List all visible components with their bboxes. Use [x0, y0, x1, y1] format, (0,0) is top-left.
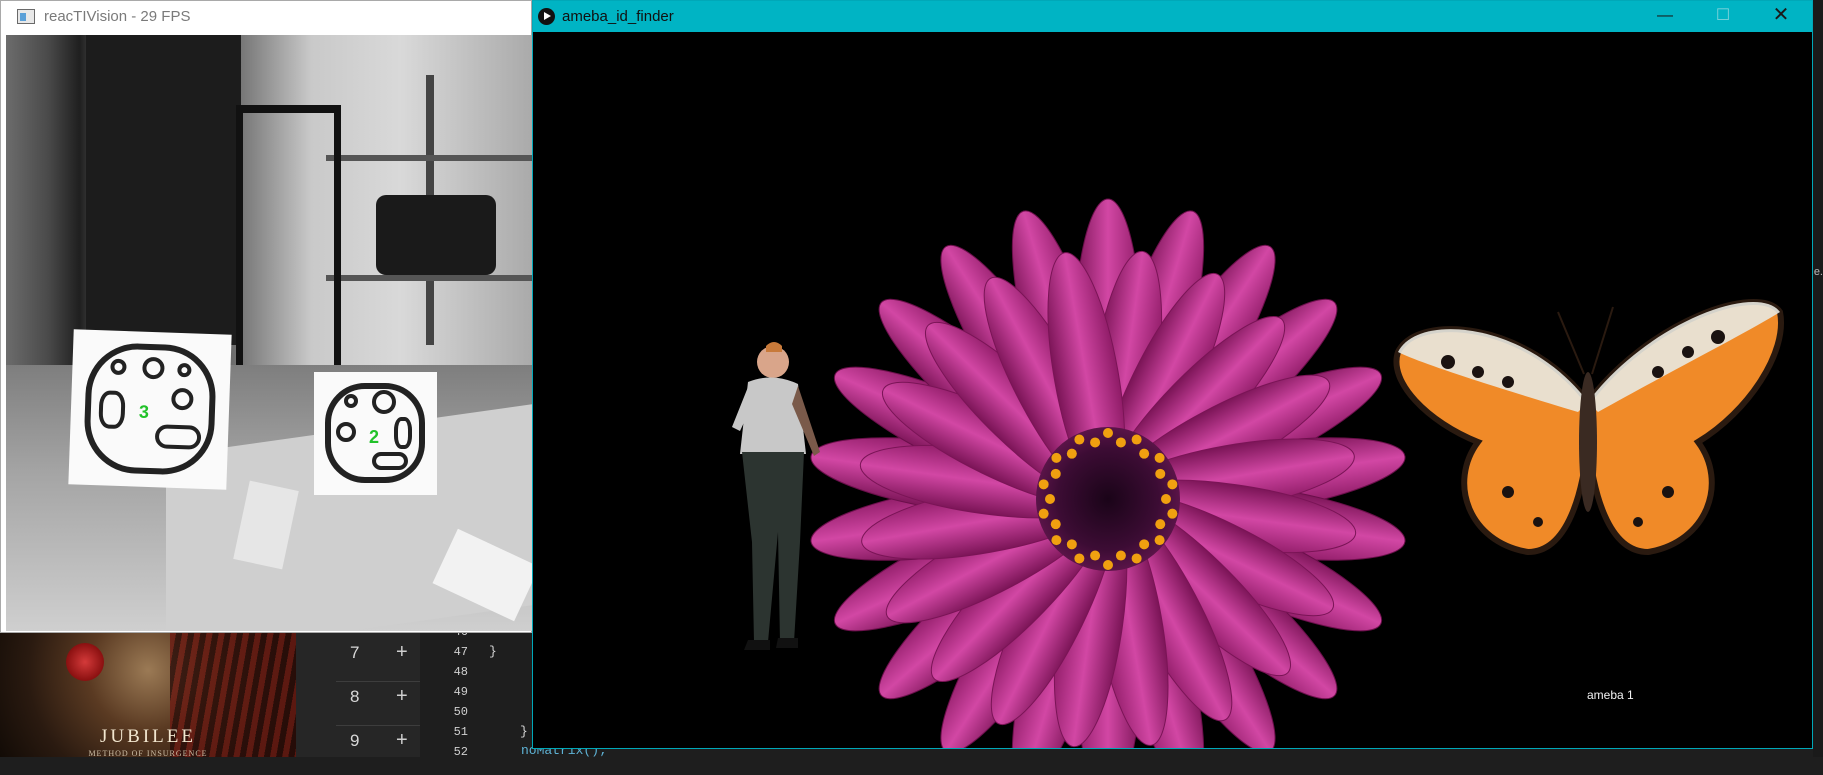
reactivision-titlebar[interactable]: reacTIVision - 29 FPS — [1, 1, 531, 32]
camera-feed: 3 2 — [6, 35, 532, 631]
flower-stamen — [1038, 508, 1049, 519]
line-number: 47 — [453, 645, 468, 659]
list-item[interactable]: 9 + — [296, 729, 420, 775]
sketch-canvas[interactable]: ameba 1 — [533, 32, 1812, 748]
camera-background-object — [376, 195, 496, 275]
desktop-right-strip — [1813, 0, 1823, 757]
camera-shelf — [326, 155, 532, 161]
flower-stamen — [1167, 508, 1178, 519]
fiducial-dot — [372, 452, 408, 470]
line-number: 48 — [453, 665, 468, 679]
flower-stamen — [1050, 468, 1061, 479]
camera-shelf — [326, 275, 532, 281]
fiducial-marker: 2 — [314, 372, 437, 495]
flower-stamen — [1115, 550, 1126, 561]
ameba-titlebar[interactable]: ameba_id_finder — ☐ ✕ — [533, 1, 1812, 32]
camera-chair — [236, 105, 341, 113]
flower-stamen — [1139, 448, 1150, 459]
fiducial-marker: 3 — [68, 329, 232, 490]
flower-stamen — [1066, 539, 1077, 550]
fiducial-dot — [344, 394, 358, 408]
line-number: 50 — [453, 705, 468, 719]
camera-chair — [236, 105, 243, 365]
ameba-title: ameba_id_finder — [562, 8, 674, 25]
background-partial-text: e. — [1813, 266, 1823, 278]
code-editor[interactable]: } } noMatrix(); — [471, 633, 607, 758]
flower-stamen — [1103, 560, 1113, 570]
flower-stamen — [1066, 448, 1077, 459]
code-brace: } — [520, 724, 528, 739]
flower-stamen — [1090, 437, 1101, 448]
flower-stamen — [1050, 519, 1061, 530]
ameba-id-label: ameba 1 — [1587, 688, 1634, 702]
flower-stamen — [1045, 494, 1055, 504]
play-icon — [538, 8, 555, 25]
list-item-number: 7 — [350, 643, 360, 662]
track-list: 7 + 8 + 9 + — [296, 633, 420, 757]
album-title: JUBILEE — [100, 726, 196, 747]
list-item[interactable]: 8 + — [296, 685, 420, 731]
fiducial-dot — [154, 424, 202, 450]
flower-stamen — [1131, 553, 1142, 564]
minimize-button[interactable]: — — [1636, 1, 1694, 32]
fiducial-id-label: 2 — [369, 427, 380, 447]
flower-stamen — [1051, 452, 1062, 463]
line-number: 49 — [453, 685, 468, 699]
line-number: 51 — [453, 725, 468, 739]
flower-center — [1036, 427, 1180, 571]
ameba-window[interactable]: ameba_id_finder — ☐ ✕ ameba 1 — [532, 0, 1813, 749]
flower-stamen — [1154, 535, 1165, 546]
flower-stamen — [1139, 539, 1150, 550]
list-item[interactable]: 7 + — [296, 641, 420, 687]
flower-stamen — [1155, 519, 1166, 530]
camera-chair — [334, 105, 341, 365]
editor-line-gutter: 46 47 48 49 50 51 52 — [420, 625, 471, 759]
divider — [336, 725, 420, 726]
window-app-icon — [17, 9, 35, 24]
flower-stamen — [1074, 434, 1085, 445]
person-image — [732, 342, 820, 650]
fiducial-dot — [372, 390, 396, 414]
flower-stamen — [1103, 428, 1113, 438]
add-icon[interactable]: + — [396, 685, 408, 708]
maximize-button[interactable]: ☐ — [1694, 1, 1752, 32]
add-icon[interactable]: + — [396, 641, 408, 664]
reactivision-window[interactable]: reacTIVision - 29 FPS 3 2 — [0, 0, 532, 633]
flower-stamen — [1131, 434, 1142, 445]
fiducial-dot — [336, 422, 356, 442]
list-item-number: 9 — [350, 731, 360, 750]
butterfly-image — [1393, 299, 1784, 556]
add-icon[interactable]: + — [396, 729, 408, 752]
close-button[interactable]: ✕ — [1752, 1, 1810, 32]
code-brace: } — [489, 644, 497, 659]
list-item-number: 8 — [350, 687, 360, 706]
flower-stamen — [1074, 553, 1085, 564]
flower-stamen — [1115, 437, 1126, 448]
fiducial-id-label: 3 — [138, 401, 150, 422]
rose-image — [66, 643, 104, 681]
fiducial-dot — [394, 417, 412, 449]
flower-stamen — [1167, 479, 1178, 490]
flower-stamen — [1051, 535, 1062, 546]
flower-stamen — [1090, 550, 1101, 561]
camera-background-object — [86, 35, 241, 345]
divider — [336, 681, 420, 682]
reactivision-title: reacTIVision - 29 FPS — [44, 8, 191, 25]
fiducial-dot — [98, 390, 126, 430]
flower-stamen — [1038, 479, 1049, 490]
flower-stamen — [1155, 468, 1166, 479]
flower-stamen — [1154, 452, 1165, 463]
flower-stamen — [1161, 494, 1171, 504]
